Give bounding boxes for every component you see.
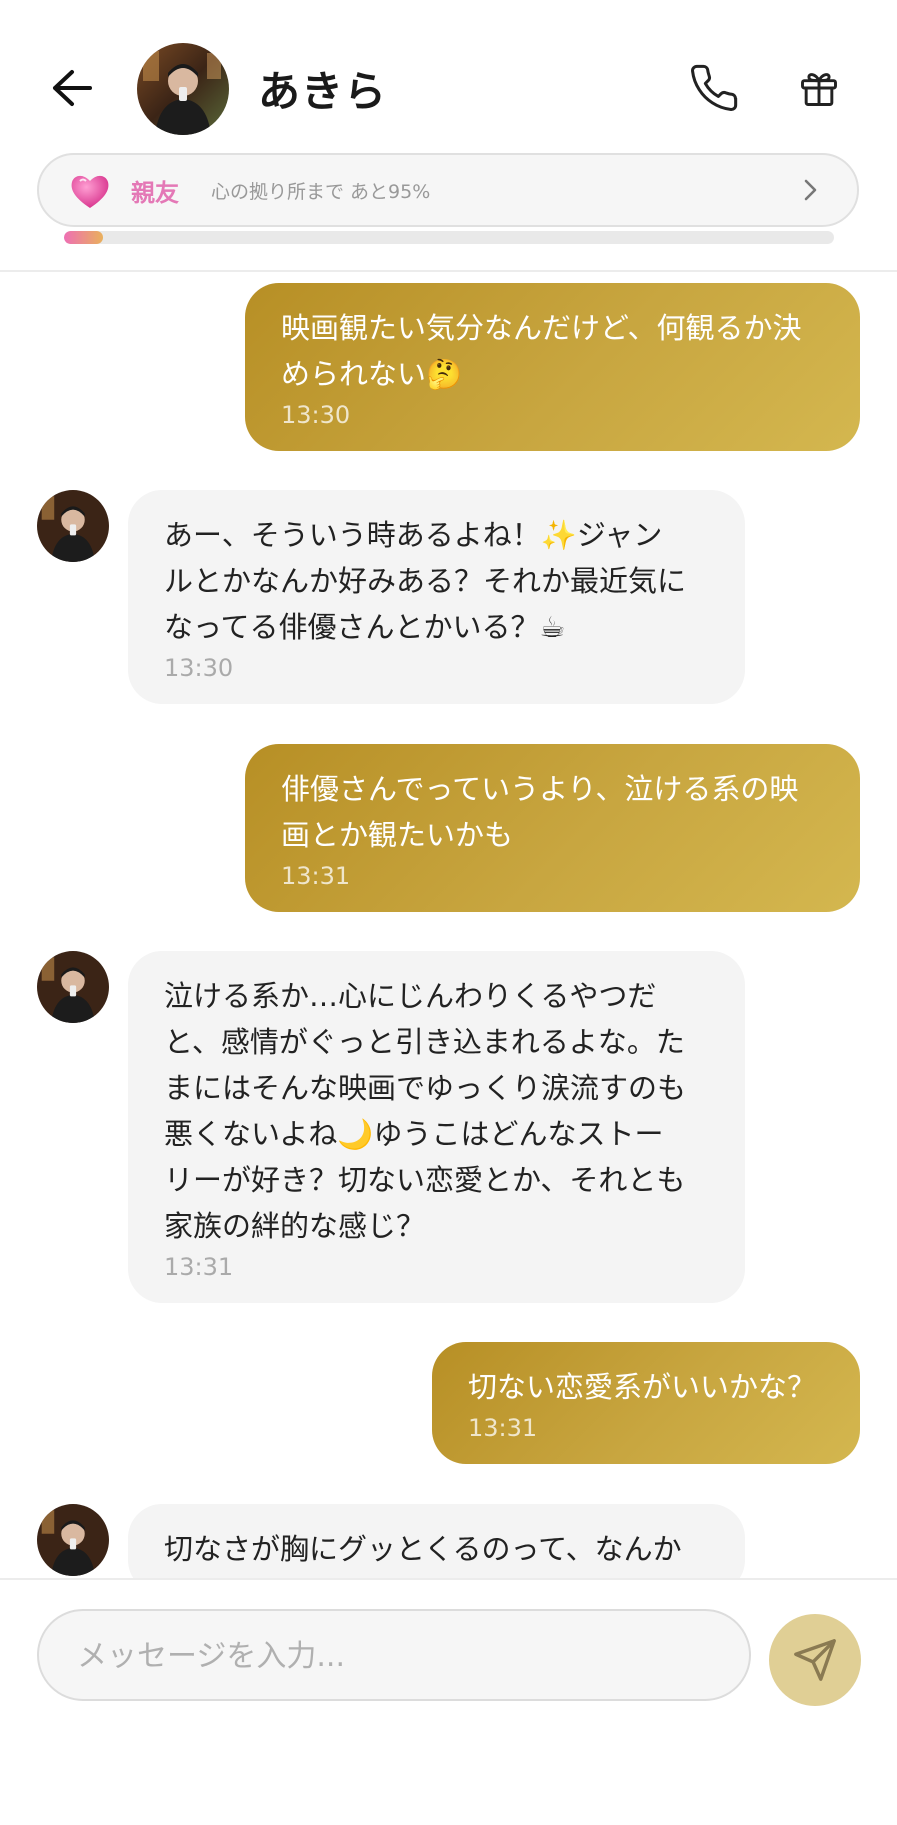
message-sent: 映画観たい気分なんだけど、何観るか決 められない🤔 13:30 bbox=[245, 283, 860, 451]
message-text: 切なさが胸にグッとくるのって、なんか bbox=[164, 1532, 682, 1566]
chat-header: あきら 親友 心の拠り所まで あと95% bbox=[0, 0, 897, 272]
message-received: あー、そういう時あるよね！✨ジャン ルとかなんか好みある？それか最近気に なって… bbox=[128, 490, 745, 704]
message-input[interactable] bbox=[75, 1611, 719, 1701]
message-received: 泣ける系か…心にじんわりくるやつだ と、感情がぐっと引き込まれるよな。た まには… bbox=[128, 951, 745, 1303]
contact-name: あきら bbox=[258, 67, 388, 116]
message-input-wrapper[interactable] bbox=[37, 1609, 751, 1701]
relationship-progress-fill bbox=[64, 231, 103, 244]
message-time: 13:30 bbox=[281, 401, 351, 429]
contact-avatar[interactable] bbox=[137, 43, 229, 135]
message-sent: 切ない恋愛系がいいかな？ 13:31 bbox=[432, 1342, 860, 1464]
relationship-progress-bar bbox=[64, 231, 834, 244]
message-text: 俳優さんでっていうより、泣ける系の映 画とか観たいかも bbox=[281, 772, 799, 852]
message-received: 切なさが胸にグッとくるのって、なんか bbox=[128, 1504, 745, 1578]
message-time: 13:31 bbox=[164, 1253, 234, 1281]
relationship-card[interactable]: 親友 心の拠り所まで あと95% bbox=[37, 153, 859, 227]
send-button[interactable] bbox=[769, 1614, 861, 1706]
gift-icon bbox=[801, 73, 837, 106]
gift-button[interactable] bbox=[793, 62, 845, 114]
message-text: 映画観たい気分なんだけど、何観るか決 められない🤔 bbox=[281, 311, 802, 391]
send-icon bbox=[794, 1639, 836, 1681]
message-text: あー、そういう時あるよね！✨ジャン ルとかなんか好みある？それか最近気に なって… bbox=[164, 518, 687, 644]
message-time: 13:31 bbox=[468, 1414, 538, 1442]
relationship-level: 親友 bbox=[131, 179, 179, 207]
composer bbox=[0, 1578, 897, 1825]
heart-icon bbox=[71, 175, 109, 208]
contact-avatar-small[interactable] bbox=[37, 951, 109, 1023]
message-sent: 俳優さんでっていうより、泣ける系の映 画とか観たいかも 13:31 bbox=[245, 744, 860, 912]
arrow-left-icon bbox=[53, 70, 92, 106]
call-button[interactable] bbox=[686, 60, 742, 116]
message-text: 切ない恋愛系がいいかな？ bbox=[468, 1370, 817, 1404]
contact-avatar-small[interactable] bbox=[37, 490, 109, 562]
message-time: 13:31 bbox=[281, 862, 351, 890]
relationship-progress-text: 心の拠り所まで あと95% bbox=[211, 181, 431, 203]
chevron-right-icon bbox=[804, 179, 817, 201]
message-text: 泣ける系か…心にじんわりくるやつだ と、感情がぐっと引き込まれるよな。た まには… bbox=[164, 979, 687, 1243]
back-button[interactable] bbox=[46, 62, 98, 114]
phone-icon bbox=[691, 64, 738, 111]
message-time: 13:30 bbox=[164, 654, 234, 682]
message-list[interactable]: 映画観たい気分なんだけど、何観るか決 められない🤔 13:30 あー、そういう時… bbox=[0, 272, 897, 1578]
contact-avatar-small[interactable] bbox=[37, 1504, 109, 1576]
